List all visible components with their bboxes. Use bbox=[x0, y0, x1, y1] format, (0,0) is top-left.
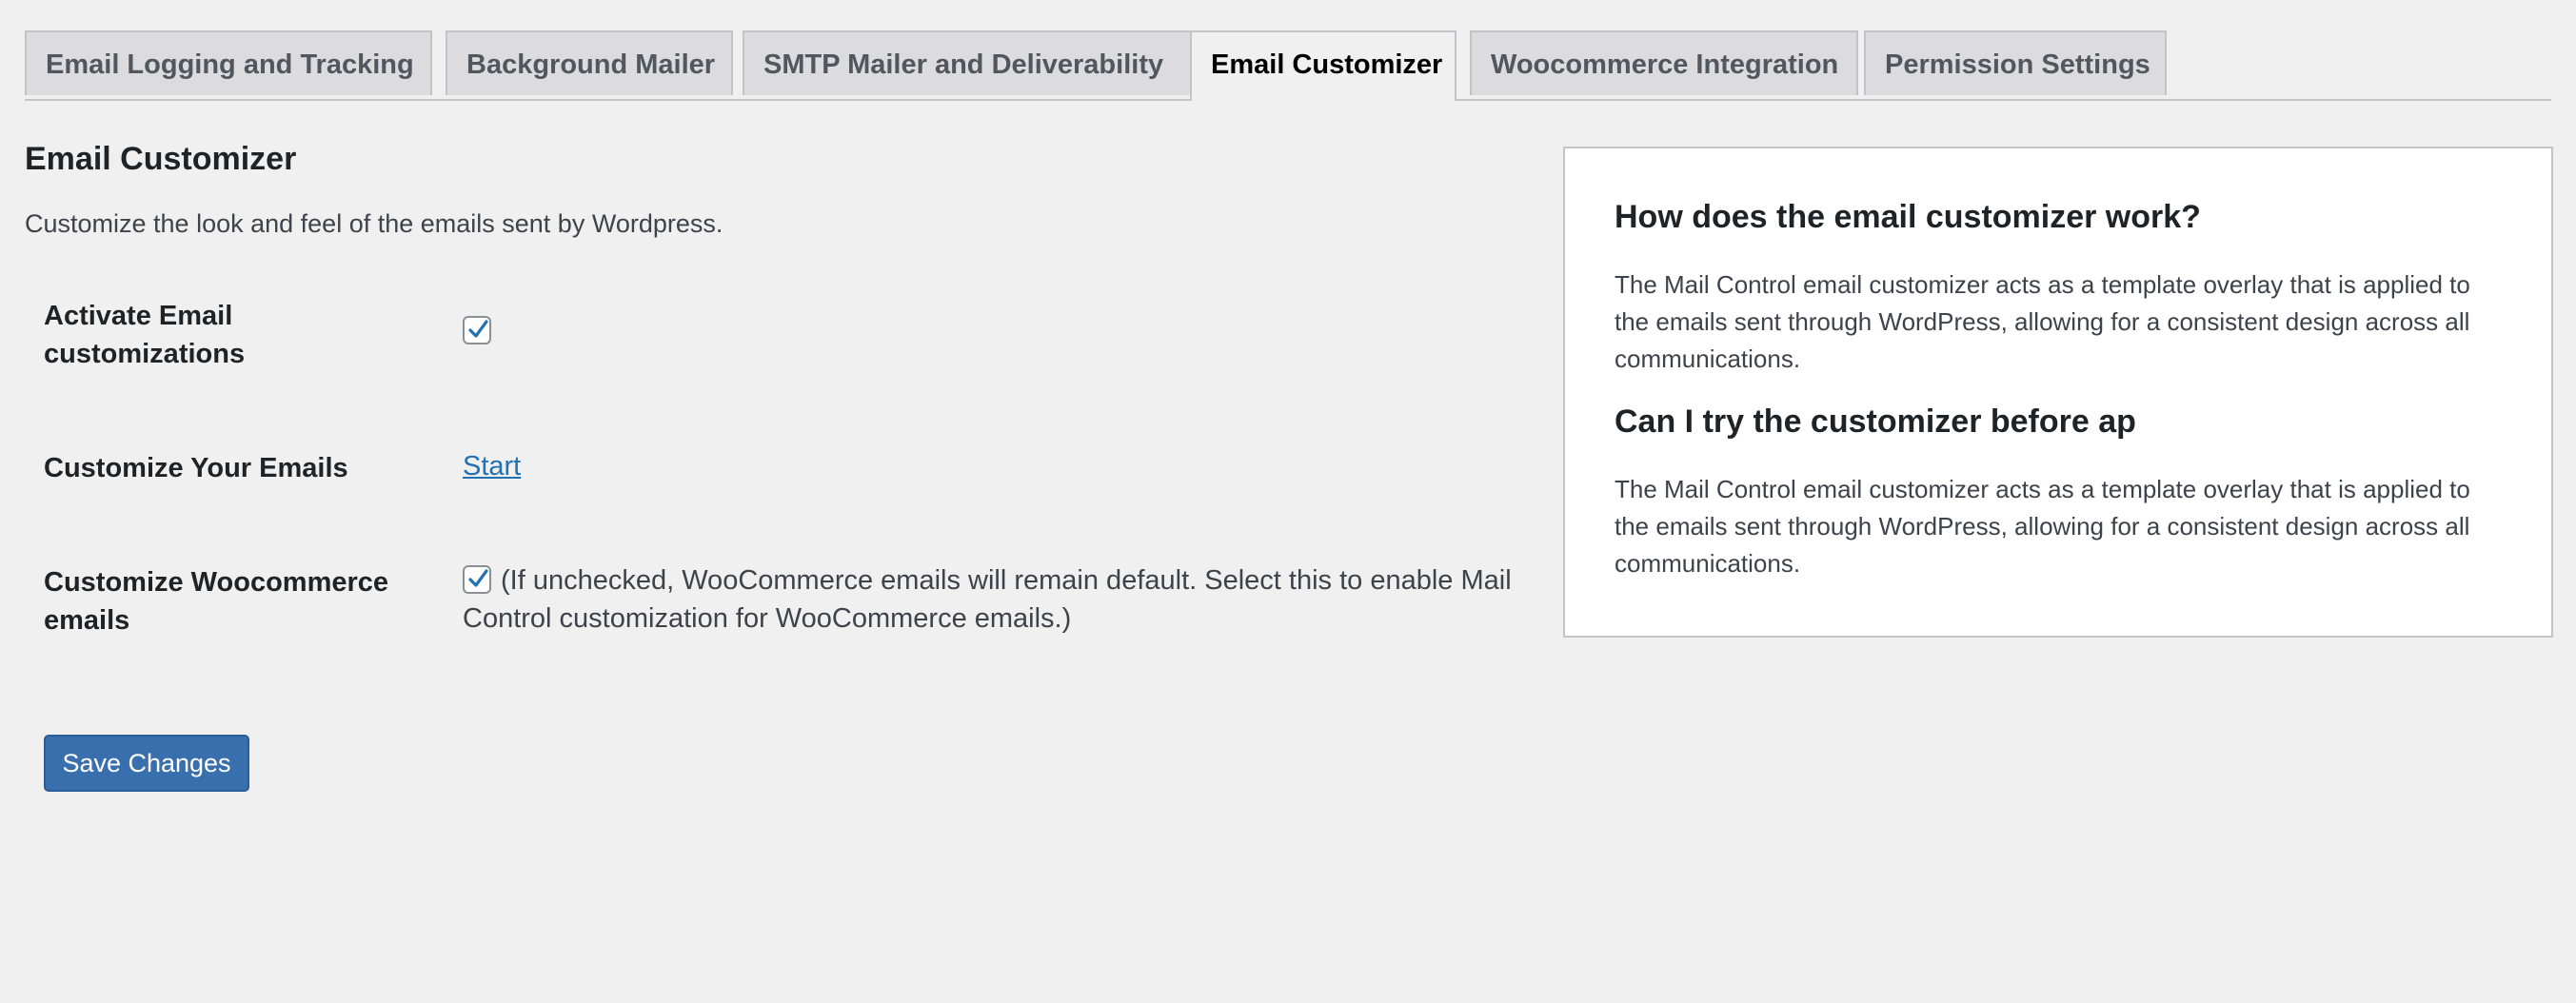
tab-permission-settings[interactable]: Permission Settings bbox=[1864, 30, 2167, 95]
activate-customizations-checkbox[interactable] bbox=[463, 316, 491, 344]
tab-email-customizer[interactable]: Email Customizer bbox=[1190, 30, 1456, 101]
tab-bar: Email Logging and Tracking Background Ma… bbox=[25, 30, 2551, 101]
tab-smtp-mailer[interactable]: SMTP Mailer and Deliverability bbox=[743, 30, 1198, 95]
checkmark-icon bbox=[468, 320, 488, 338]
tab-email-logging[interactable]: Email Logging and Tracking bbox=[25, 30, 432, 95]
settings-page: Email Logging and Tracking Background Ma… bbox=[0, 0, 2576, 1003]
customize-woocommerce-label: Customize Woocommerce emails bbox=[44, 567, 389, 636]
woocommerce-description: (If unchecked, WooCommerce emails will r… bbox=[463, 565, 1512, 634]
help-question-2: Can I try the customizer before ap bbox=[1615, 403, 2136, 440]
tab-woocommerce-integration[interactable]: Woocommerce Integration bbox=[1470, 30, 1858, 95]
page-title: Email Customizer bbox=[25, 141, 297, 177]
help-panel: How does the email customizer work? The … bbox=[1563, 147, 2553, 638]
help-answer-2: The Mail Control email customizer acts a… bbox=[1615, 475, 2470, 578]
help-question-1: How does the email customizer work? bbox=[1615, 199, 2201, 235]
activate-customizations-label: Activate Email customizations bbox=[44, 301, 246, 369]
customize-emails-label: Customize Your Emails bbox=[44, 453, 348, 483]
start-customizer-link[interactable]: Start bbox=[463, 451, 521, 482]
page-description: Customize the look and feel of the email… bbox=[25, 209, 723, 238]
help-answer-1: The Mail Control email customizer acts a… bbox=[1615, 270, 2470, 373]
tab-background-mailer[interactable]: Background Mailer bbox=[446, 30, 733, 95]
save-changes-button[interactable]: Save Changes bbox=[44, 735, 249, 792]
